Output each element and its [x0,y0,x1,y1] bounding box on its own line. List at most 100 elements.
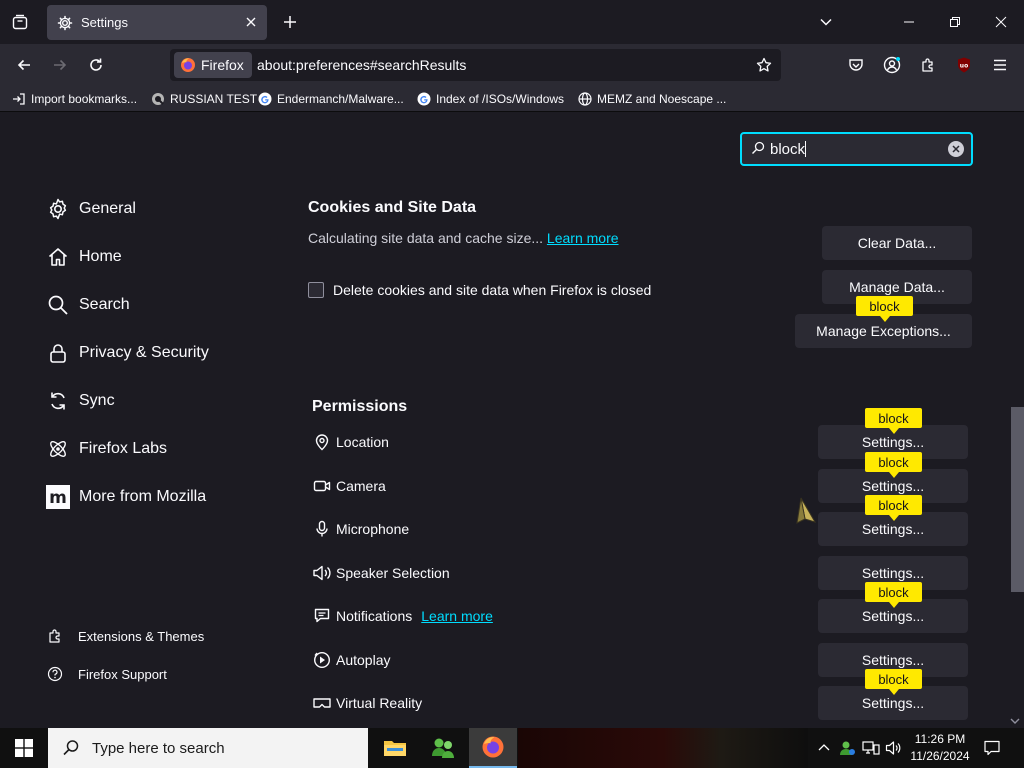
tray-user-app[interactable] [837,738,857,758]
url-text[interactable]: about:preferences#searchResults [257,57,466,73]
firefox-view-button[interactable] [8,10,32,34]
windows-taskbar: Type here to search 11:26 PM 11/26/2024 [0,728,1024,768]
permission-speaker-selection: Speaker Selection [312,561,450,585]
bookmark-endermanch[interactable]: Endermanch/Malware... [258,90,404,108]
search-highlight-badge: block [865,582,922,608]
taskbar-file-explorer[interactable] [371,728,419,768]
start-button[interactable] [0,728,48,768]
cookies-description: Calculating site data and cache size... … [308,230,619,246]
plus-icon [284,16,296,28]
home-icon [46,245,70,269]
globe-icon [578,92,592,106]
delete-cookies-checkbox[interactable] [308,282,324,298]
checkbox-label: Delete cookies and site data when Firefo… [333,282,652,298]
permission-label: Camera [336,478,386,494]
taskbar-search-box[interactable]: Type here to search [48,728,368,768]
restore-button[interactable] [932,0,978,44]
windows-logo-icon [15,739,33,757]
show-hidden-icons-button[interactable] [814,738,834,758]
navigation-toolbar: Firefox about:preferences#searchResults … [0,44,1024,86]
mouse-cursor-icon [795,497,817,525]
sidebar-item-sync[interactable]: Sync [46,388,115,414]
firefox-view-icon [12,14,28,30]
clock-time: 11:26 PM [914,732,966,746]
permission-label: Virtual Reality [336,695,423,711]
file-explorer-icon [384,741,406,756]
bookmark-import[interactable]: Import bookmarks... [12,90,137,108]
bookmark-memz[interactable]: MEMZ and Noescape ... [578,90,726,108]
tray-volume[interactable] [884,738,904,758]
sidebar-item-label: Privacy & Security [79,344,209,361]
app-menu-button[interactable] [987,52,1013,78]
pocket-button[interactable] [843,52,869,78]
minimize-icon [904,21,914,23]
sidebar-item-label: General [79,200,136,217]
puzzle-icon [922,58,933,72]
reload-button[interactable] [83,52,109,78]
bookmark-russian-test[interactable]: RUSSIAN TEST [151,90,257,108]
taskbar-clock[interactable]: 11:26 PM 11/26/2024 [908,731,972,765]
microphone-icon [312,519,332,539]
list-all-tabs-button[interactable] [814,10,838,34]
clear-search-icon[interactable] [948,141,964,157]
close-window-button[interactable] [978,0,1024,44]
clock-date: 11/26/2024 [910,749,970,763]
google-icon [258,92,272,106]
ublock-origin-button[interactable]: uo [951,52,977,78]
user-app-tray-icon [840,741,855,755]
minimize-button[interactable] [886,0,932,44]
firefox-icon [181,58,195,72]
extensions-button[interactable] [915,52,941,78]
sidebar-item-privacy[interactable]: Privacy & Security [46,340,209,366]
tray-network[interactable] [861,738,881,758]
cookies-learn-more-link[interactable]: Learn more [547,230,619,246]
search-highlight-badge: block [865,669,922,695]
bookmark-star-button[interactable] [753,54,775,76]
puzzle-icon [46,627,64,645]
close-icon [995,16,1007,28]
firefox-icon [482,736,504,758]
account-button[interactable] [879,52,905,78]
taskbar-wallpaper-strip [518,728,808,768]
close-icon[interactable] [243,14,259,30]
scroll-down-arrow-icon[interactable] [1010,717,1020,725]
sidebar-item-home[interactable]: Home [46,244,122,270]
forward-button[interactable] [47,52,73,78]
notifications-learn-more-link[interactable]: Learn more [421,608,493,624]
back-button[interactable] [11,52,37,78]
gear-icon [46,197,70,221]
url-bar[interactable]: Firefox about:preferences#searchResults [170,49,781,81]
action-center-button[interactable] [980,736,1004,760]
bookmark-index-isos[interactable]: Index of /ISOs/Windows [417,90,564,108]
taskbar-search-placeholder: Type here to search [92,739,225,757]
ublock-icon: uo [958,57,970,73]
scrollbar-thumb[interactable] [1011,407,1024,592]
permissions-section-title: Permissions [312,398,408,415]
taskbar-firefox[interactable] [469,728,517,768]
search-highlight-badge: block [865,408,922,434]
network-app-icon [432,738,454,758]
chevron-up-icon [818,744,830,751]
sidebar-item-label: Home [79,248,122,265]
tab-settings[interactable]: Settings [47,5,267,40]
taskbar-network-app[interactable] [419,728,467,768]
clear-data-button[interactable]: Clear Data... [822,226,972,260]
sidebar-item-label: Firefox Labs [79,440,168,457]
sidebar-item-more-from-mozilla[interactable]: m More from Mozilla [46,484,206,510]
identity-box[interactable]: Firefox [174,52,252,78]
speaker-icon [312,563,332,583]
sidebar-item-firefox-labs[interactable]: Firefox Labs [46,436,167,462]
new-tab-button[interactable] [278,10,302,34]
extensions-themes-link[interactable]: Extensions & Themes [46,625,204,647]
firefox-support-link[interactable]: Firefox Support [46,663,167,685]
volume-icon [885,741,901,755]
delete-cookies-on-close-row[interactable]: Delete cookies and site data when Firefo… [308,282,651,298]
content-scrollbar[interactable] [1007,112,1024,728]
sidebar-item-general[interactable]: General [46,196,136,222]
tab-strip: Settings [0,0,1024,44]
google-icon [417,92,431,106]
settings-search-input[interactable]: block [740,132,973,166]
search-highlight-badge: block [865,495,922,521]
search-highlight-badge: block [865,452,922,478]
sidebar-item-search[interactable]: Search [46,292,130,318]
